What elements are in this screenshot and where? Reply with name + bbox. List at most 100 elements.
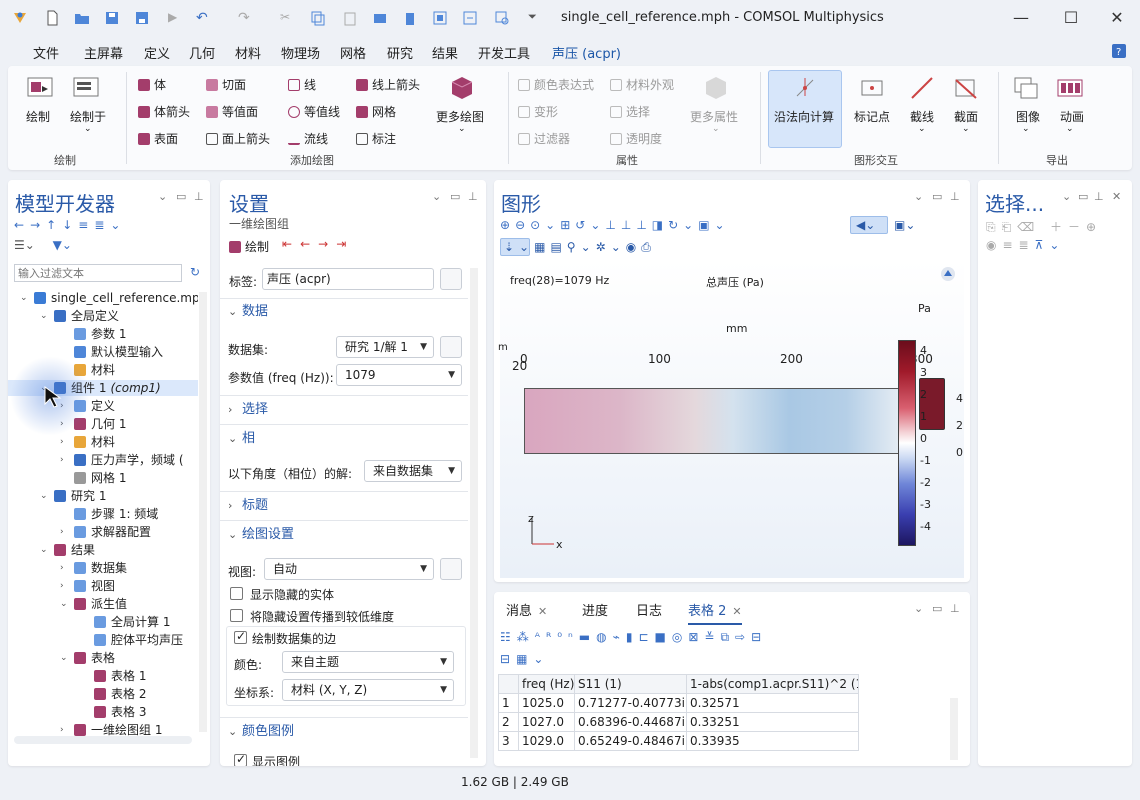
zoom-sel-icon[interactable]: ⊕: [1086, 220, 1102, 234]
color-expression-button[interactable]: 颜色表达式: [518, 76, 594, 93]
settings-gear-icon[interactable]: ✲⌄: [596, 240, 626, 254]
table-header-cell[interactable]: S11 (1): [574, 674, 687, 694]
last-icon[interactable]: ⇥: [336, 237, 354, 251]
prev-icon[interactable]: ←: [300, 237, 318, 251]
tree-item[interactable]: 表格 2: [8, 686, 198, 702]
panel-minimize-icon[interactable]: ▭: [932, 602, 942, 615]
bottom-tab[interactable]: 消息 ✕: [506, 600, 547, 619]
image-button[interactable]: 图像: [1016, 108, 1040, 125]
add-surface-button[interactable]: 表面: [138, 130, 178, 147]
tab-close-icon[interactable]: ✕: [732, 605, 741, 618]
table-view-icon[interactable]: ☷: [500, 630, 517, 644]
panel-minimize-icon[interactable]: ▭: [1078, 190, 1088, 203]
bottom-tab[interactable]: 表格 2 ✕: [688, 600, 742, 625]
show-more-icon[interactable]: ☰⌄: [14, 238, 35, 252]
clear-sel-icon[interactable]: ⌫: [1017, 220, 1040, 234]
save-table-icon[interactable]: ⊟: [751, 630, 767, 644]
table-cell[interactable]: 1: [498, 693, 519, 713]
panel-menu-icon[interactable]: ⌄: [1062, 190, 1071, 203]
print-icon[interactable]: ⎙: [641, 240, 656, 254]
tree-item[interactable]: 网格 1: [8, 470, 198, 486]
section-color-legend[interactable]: ⌄ 颜色图例: [228, 718, 464, 746]
tree-item[interactable]: › 数据集: [8, 560, 198, 576]
axis-x-icon[interactable]: ⊥: [605, 218, 620, 232]
tree-item[interactable]: ⌄ single_cell_reference.mph: [8, 290, 198, 306]
scene-icon[interactable]: ◨: [652, 218, 668, 232]
menu-home[interactable]: 主屏幕: [84, 43, 123, 62]
view-select[interactable]: 自动 ▼: [264, 558, 434, 580]
table-chart-icon[interactable]: ⊠: [688, 630, 704, 644]
collapse-chevron-icon[interactable]: ›: [60, 578, 68, 594]
deformation-button[interactable]: 变形: [518, 103, 558, 120]
section-plot-settings[interactable]: ⌄ 绘图设置: [228, 521, 464, 549]
panel-menu-icon[interactable]: ⌄: [914, 602, 923, 615]
label-field[interactable]: 声压 (acpr): [262, 268, 434, 290]
axis-z-icon[interactable]: ⊥: [636, 218, 651, 232]
expand-icon[interactable]: ≣: [94, 218, 110, 232]
table-cell[interactable]: 3: [498, 731, 519, 751]
menu-physics[interactable]: 物理场: [281, 43, 320, 62]
cut-icon[interactable]: ✂: [280, 10, 296, 26]
material-appearance-button[interactable]: 材料外观: [610, 76, 674, 93]
next-icon[interactable]: →: [318, 237, 336, 251]
edge-color-select[interactable]: 来自主题 ▼: [282, 651, 454, 673]
paste-sel-icon[interactable]: ⎗: [1002, 220, 1018, 234]
table-cell[interactable]: 0.32571: [686, 693, 859, 713]
menu-definitions[interactable]: 定义: [144, 43, 170, 62]
help-icon[interactable]: ?: [1112, 44, 1126, 58]
label-button[interactable]: [440, 268, 462, 290]
selection-attr-button[interactable]: 选择: [610, 103, 650, 120]
tree-vertical-scrollbar[interactable]: [199, 292, 207, 732]
menu-geometry[interactable]: 几何: [189, 43, 215, 62]
tab-close-icon[interactable]: ✕: [538, 605, 547, 618]
animation-button[interactable]: 动画: [1060, 108, 1084, 125]
add-arrow-volume-button[interactable]: 体箭头: [138, 103, 190, 120]
expand-chevron-icon[interactable]: ⌄: [40, 488, 48, 504]
table-cell[interactable]: 2: [498, 712, 519, 732]
probe-icon[interactable]: ⚲⌄: [567, 240, 596, 254]
collapse-icon[interactable]: ≡: [78, 218, 94, 232]
panel-menu-icon[interactable]: ⌄: [432, 190, 441, 203]
frame-icon[interactable]: ▤: [550, 240, 566, 254]
expand-chevron-icon[interactable]: ⌄: [40, 542, 48, 558]
cut-plane-chevron-icon[interactable]: ⌄: [962, 124, 970, 134]
table-cell[interactable]: 0.65249-0.48467i: [574, 731, 687, 751]
along-normal-button[interactable]: 沿法向计算: [774, 108, 834, 125]
section-title[interactable]: › 标题: [228, 492, 464, 520]
add-annotation-button[interactable]: 标注: [356, 130, 396, 147]
precision-icon[interactable]: ⁂: [517, 630, 535, 644]
run-icon[interactable]: ▶: [168, 10, 184, 26]
close-button[interactable]: ✕: [1102, 6, 1132, 30]
expand-chevron-icon[interactable]: ⌄: [60, 650, 68, 666]
expand-chevron-icon[interactable]: ⌄: [60, 596, 68, 612]
table-header-cell[interactable]: freq (Hz): [518, 674, 575, 694]
open-folder-icon[interactable]: [74, 10, 90, 26]
up-icon[interactable]: ↑: [46, 218, 62, 232]
expand-chevron-icon[interactable]: ⌄: [20, 290, 28, 306]
propagate-hidden-checkbox[interactable]: [230, 609, 243, 622]
remove-sel-icon[interactable]: －: [1068, 220, 1086, 234]
add-arrow-surface-button[interactable]: 面上箭头: [206, 130, 270, 147]
collapse-chevron-icon[interactable]: ›: [60, 452, 68, 468]
section-data[interactable]: ⌄ 数据: [228, 298, 464, 326]
panel-menu-icon[interactable]: ⌄: [158, 190, 167, 203]
tree-item[interactable]: 步骤 1: 频域: [8, 506, 198, 522]
clean-icon[interactable]: ⌁: [613, 630, 626, 644]
panel-minimize-icon[interactable]: ▭: [176, 190, 186, 203]
columns-icon[interactable]: ▦⌄: [516, 652, 549, 666]
image-chevron-icon[interactable]: ⌄: [1022, 124, 1030, 134]
tree-options-icon[interactable]: ⌄: [110, 218, 126, 232]
table-cell[interactable]: 1029.0: [518, 731, 575, 751]
select-icon[interactable]: [432, 10, 448, 26]
add-streamline-button[interactable]: 流线: [288, 130, 328, 147]
panel-pin-icon[interactable]: ⊥: [468, 190, 478, 203]
view-options-icon[interactable]: ▣⌄: [698, 218, 729, 232]
maximize-button[interactable]: ☐: [1056, 6, 1086, 30]
tree-item[interactable]: ⌄ 派生值: [8, 596, 198, 612]
add-slice-button[interactable]: 切面: [206, 76, 246, 93]
more-plots-chevron-icon[interactable]: ⌄: [458, 124, 466, 134]
menu-developer[interactable]: 开发工具: [478, 43, 530, 62]
reset-view-icon[interactable]: ↻⌄: [668, 218, 698, 232]
sel-group-icon[interactable]: ≣: [1019, 238, 1035, 252]
panel-pin-icon[interactable]: ⊥: [194, 190, 204, 203]
